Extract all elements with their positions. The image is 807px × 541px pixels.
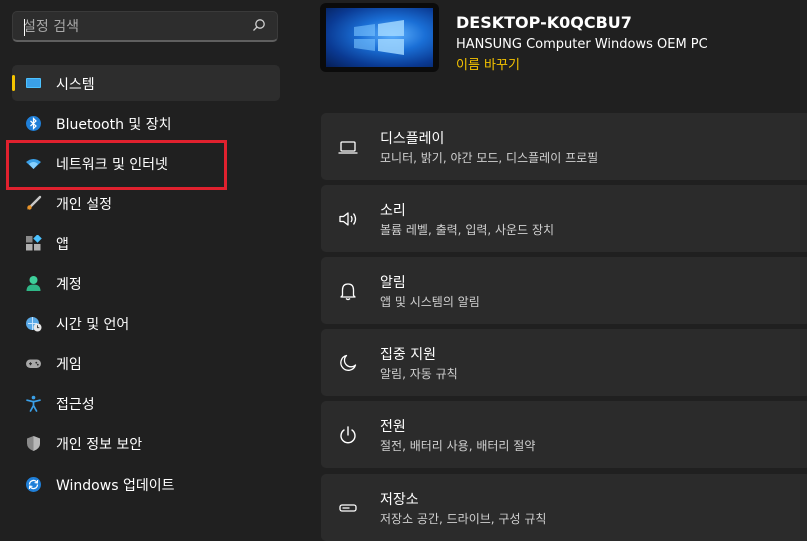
sidebar-item-label: 시간 및 언어	[56, 317, 130, 333]
card-subtitle: 앱 및 시스템의 알림	[380, 295, 480, 309]
display-icon	[338, 141, 358, 154]
sidebar-item-label: 접근성	[56, 397, 95, 413]
speaker-icon	[339, 212, 357, 226]
card-focus-assist[interactable]: 집중 지원 알림, 자동 규칙	[321, 329, 807, 396]
sidebar-item-label: 시스템	[56, 77, 95, 93]
wallpaper-image	[326, 8, 433, 67]
device-model: HANSUNG Computer Windows OEM PC	[456, 37, 708, 52]
sidebar-item-windows-update[interactable]: Windows 업데이트	[12, 466, 280, 502]
card-title: 소리	[380, 203, 406, 219]
card-subtitle: 저장소 공간, 드라이브, 구성 규칙	[380, 512, 547, 526]
text-caret	[24, 19, 25, 36]
sidebar-item-time-language[interactable]: 시간 및 언어	[12, 305, 280, 341]
search-box[interactable]	[12, 11, 278, 42]
sidebar-item-label: Windows 업데이트	[56, 478, 175, 494]
desktop-thumbnail	[320, 3, 439, 72]
card-title: 저장소	[380, 492, 419, 508]
search-icon[interactable]	[252, 18, 266, 32]
sidebar-item-accessibility[interactable]: 접근성	[12, 385, 280, 421]
card-subtitle: 모니터, 밝기, 야간 모드, 디스플레이 프로필	[380, 151, 599, 165]
card-title: 알림	[380, 275, 406, 291]
power-icon	[340, 426, 356, 444]
sidebar-item-bluetooth[interactable]: Bluetooth 및 장치	[12, 105, 280, 141]
bluetooth-icon	[26, 116, 41, 131]
search-input[interactable]	[23, 17, 243, 37]
brush-icon	[27, 195, 42, 210]
time-language-icon	[26, 317, 42, 332]
sidebar-item-privacy[interactable]: 개인 정보 보안	[12, 425, 280, 461]
moon-icon	[340, 354, 357, 371]
account-icon	[26, 276, 41, 291]
card-sound[interactable]: 소리 볼륨 레벨, 출력, 입력, 사운드 장치	[321, 185, 807, 252]
card-display[interactable]: 디스플레이 모니터, 밝기, 야간 모드, 디스플레이 프로필	[321, 113, 807, 180]
sidebar-item-label: 개인 설정	[56, 197, 112, 213]
card-title: 집중 지원	[380, 347, 436, 363]
highlight-box	[6, 140, 227, 190]
card-subtitle: 알림, 자동 규칙	[380, 367, 458, 381]
shield-icon	[27, 436, 40, 451]
sidebar-item-apps[interactable]: 앱	[12, 225, 280, 261]
card-storage[interactable]: 저장소 저장소 공간, 드라이브, 구성 규칙	[321, 474, 807, 541]
sidebar-item-label: 계정	[56, 277, 82, 293]
update-icon	[26, 477, 41, 492]
windows-logo-icon	[354, 20, 404, 55]
bell-icon	[340, 283, 356, 301]
card-notifications[interactable]: 알림 앱 및 시스템의 알림	[321, 257, 807, 324]
gaming-icon	[26, 359, 41, 368]
apps-icon	[26, 235, 42, 251]
storage-icon	[339, 504, 357, 512]
sidebar-item-gaming[interactable]: 게임	[12, 345, 280, 381]
card-title: 전원	[380, 419, 406, 435]
card-subtitle: 절전, 배터리 사용, 배터리 절약	[380, 439, 536, 453]
card-title: 디스플레이	[380, 131, 445, 147]
sidebar-item-label: 앱	[56, 237, 69, 253]
sidebar-item-label: 게임	[56, 357, 82, 373]
sidebar-item-label: 개인 정보 보안	[56, 437, 143, 453]
accessibility-icon	[26, 395, 41, 412]
card-subtitle: 볼륨 레벨, 출력, 입력, 사운드 장치	[380, 223, 555, 237]
sidebar-item-accounts[interactable]: 계정	[12, 265, 280, 301]
sidebar-item-personalization[interactable]: 개인 설정	[12, 185, 280, 221]
sidebar: 시스템 Bluetooth 및 장치 네트워크 및 인터넷 개인 설정 앱	[0, 0, 292, 541]
system-icon	[26, 78, 41, 88]
sidebar-item-system[interactable]: 시스템	[12, 65, 280, 101]
rename-link[interactable]: 이름 바꾸기	[456, 54, 520, 73]
card-power[interactable]: 전원 절전, 배터리 사용, 배터리 절약	[321, 401, 807, 468]
selected-indicator	[12, 75, 15, 91]
device-name: DESKTOP-K0QCBU7	[456, 13, 632, 32]
sidebar-item-label: Bluetooth 및 장치	[56, 117, 172, 133]
